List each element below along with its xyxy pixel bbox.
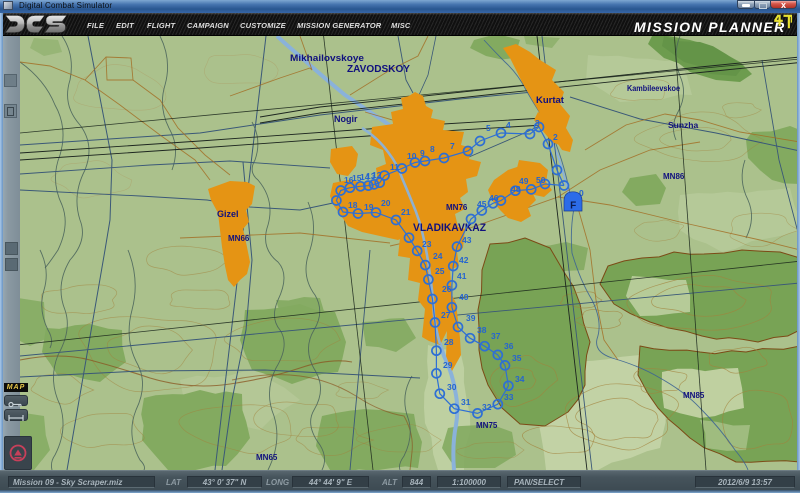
- svg-text:8: 8: [430, 144, 435, 154]
- svg-text:39: 39: [466, 313, 476, 323]
- svg-text:4: 4: [506, 120, 511, 130]
- svg-text:MN75: MN75: [476, 421, 498, 430]
- svg-text:32: 32: [482, 402, 492, 412]
- svg-text:40: 40: [459, 292, 469, 302]
- svg-text:10: 10: [407, 151, 417, 161]
- svg-text:41: 41: [457, 271, 467, 281]
- svg-text:18: 18: [348, 200, 358, 210]
- svg-text:25: 25: [435, 266, 445, 276]
- svg-text:30: 30: [447, 382, 457, 392]
- svg-text:9: 9: [420, 148, 425, 158]
- svg-text:MN85: MN85: [683, 391, 705, 400]
- svg-text:7: 7: [450, 141, 455, 151]
- svg-text:Gizel: Gizel: [217, 209, 239, 219]
- svg-text:33: 33: [504, 392, 514, 402]
- svg-text:27: 27: [441, 310, 451, 320]
- svg-text:VLADIKAVKAZ: VLADIKAVKAZ: [413, 222, 486, 234]
- svg-text:28: 28: [444, 337, 454, 347]
- svg-text:48: 48: [511, 184, 521, 194]
- svg-text:23: 23: [422, 239, 432, 249]
- svg-text:F: F: [570, 201, 576, 212]
- svg-text:24: 24: [433, 251, 443, 261]
- svg-text:MN66: MN66: [228, 234, 250, 243]
- svg-text:26: 26: [442, 284, 452, 294]
- svg-text:21: 21: [401, 207, 411, 217]
- svg-text:35: 35: [512, 353, 522, 363]
- svg-text:20: 20: [381, 198, 391, 208]
- svg-text:Nogir: Nogir: [334, 114, 358, 124]
- svg-text:34: 34: [515, 374, 525, 384]
- svg-text:38: 38: [477, 325, 487, 335]
- svg-text:36: 36: [504, 341, 514, 351]
- svg-text:11: 11: [390, 162, 399, 172]
- svg-text:45: 45: [477, 199, 487, 209]
- svg-text:42: 42: [459, 255, 469, 265]
- svg-text:Kurtat: Kurtat: [536, 95, 565, 106]
- svg-text:19: 19: [364, 202, 374, 212]
- svg-text:MN65: MN65: [256, 453, 278, 462]
- svg-text:29: 29: [443, 360, 453, 370]
- svg-text:46: 46: [489, 193, 499, 203]
- svg-text:50: 50: [536, 175, 546, 185]
- svg-text:5: 5: [486, 123, 491, 133]
- svg-text:ZAVODSKOY: ZAVODSKOY: [347, 63, 410, 75]
- svg-text:Kambileevskoe: Kambileevskoe: [627, 84, 680, 93]
- svg-text:3: 3: [535, 118, 540, 128]
- svg-text:MN76: MN76: [446, 203, 468, 212]
- svg-text:12: 12: [372, 170, 382, 180]
- svg-text:MN86: MN86: [663, 172, 685, 181]
- svg-text:43: 43: [462, 235, 472, 245]
- svg-text:2: 2: [553, 132, 558, 142]
- svg-text:Sunzha: Sunzha: [668, 120, 698, 130]
- svg-text:31: 31: [461, 397, 471, 407]
- svg-text:37: 37: [491, 331, 501, 341]
- svg-text:Mikhailovskoye: Mikhailovskoye: [290, 53, 364, 63]
